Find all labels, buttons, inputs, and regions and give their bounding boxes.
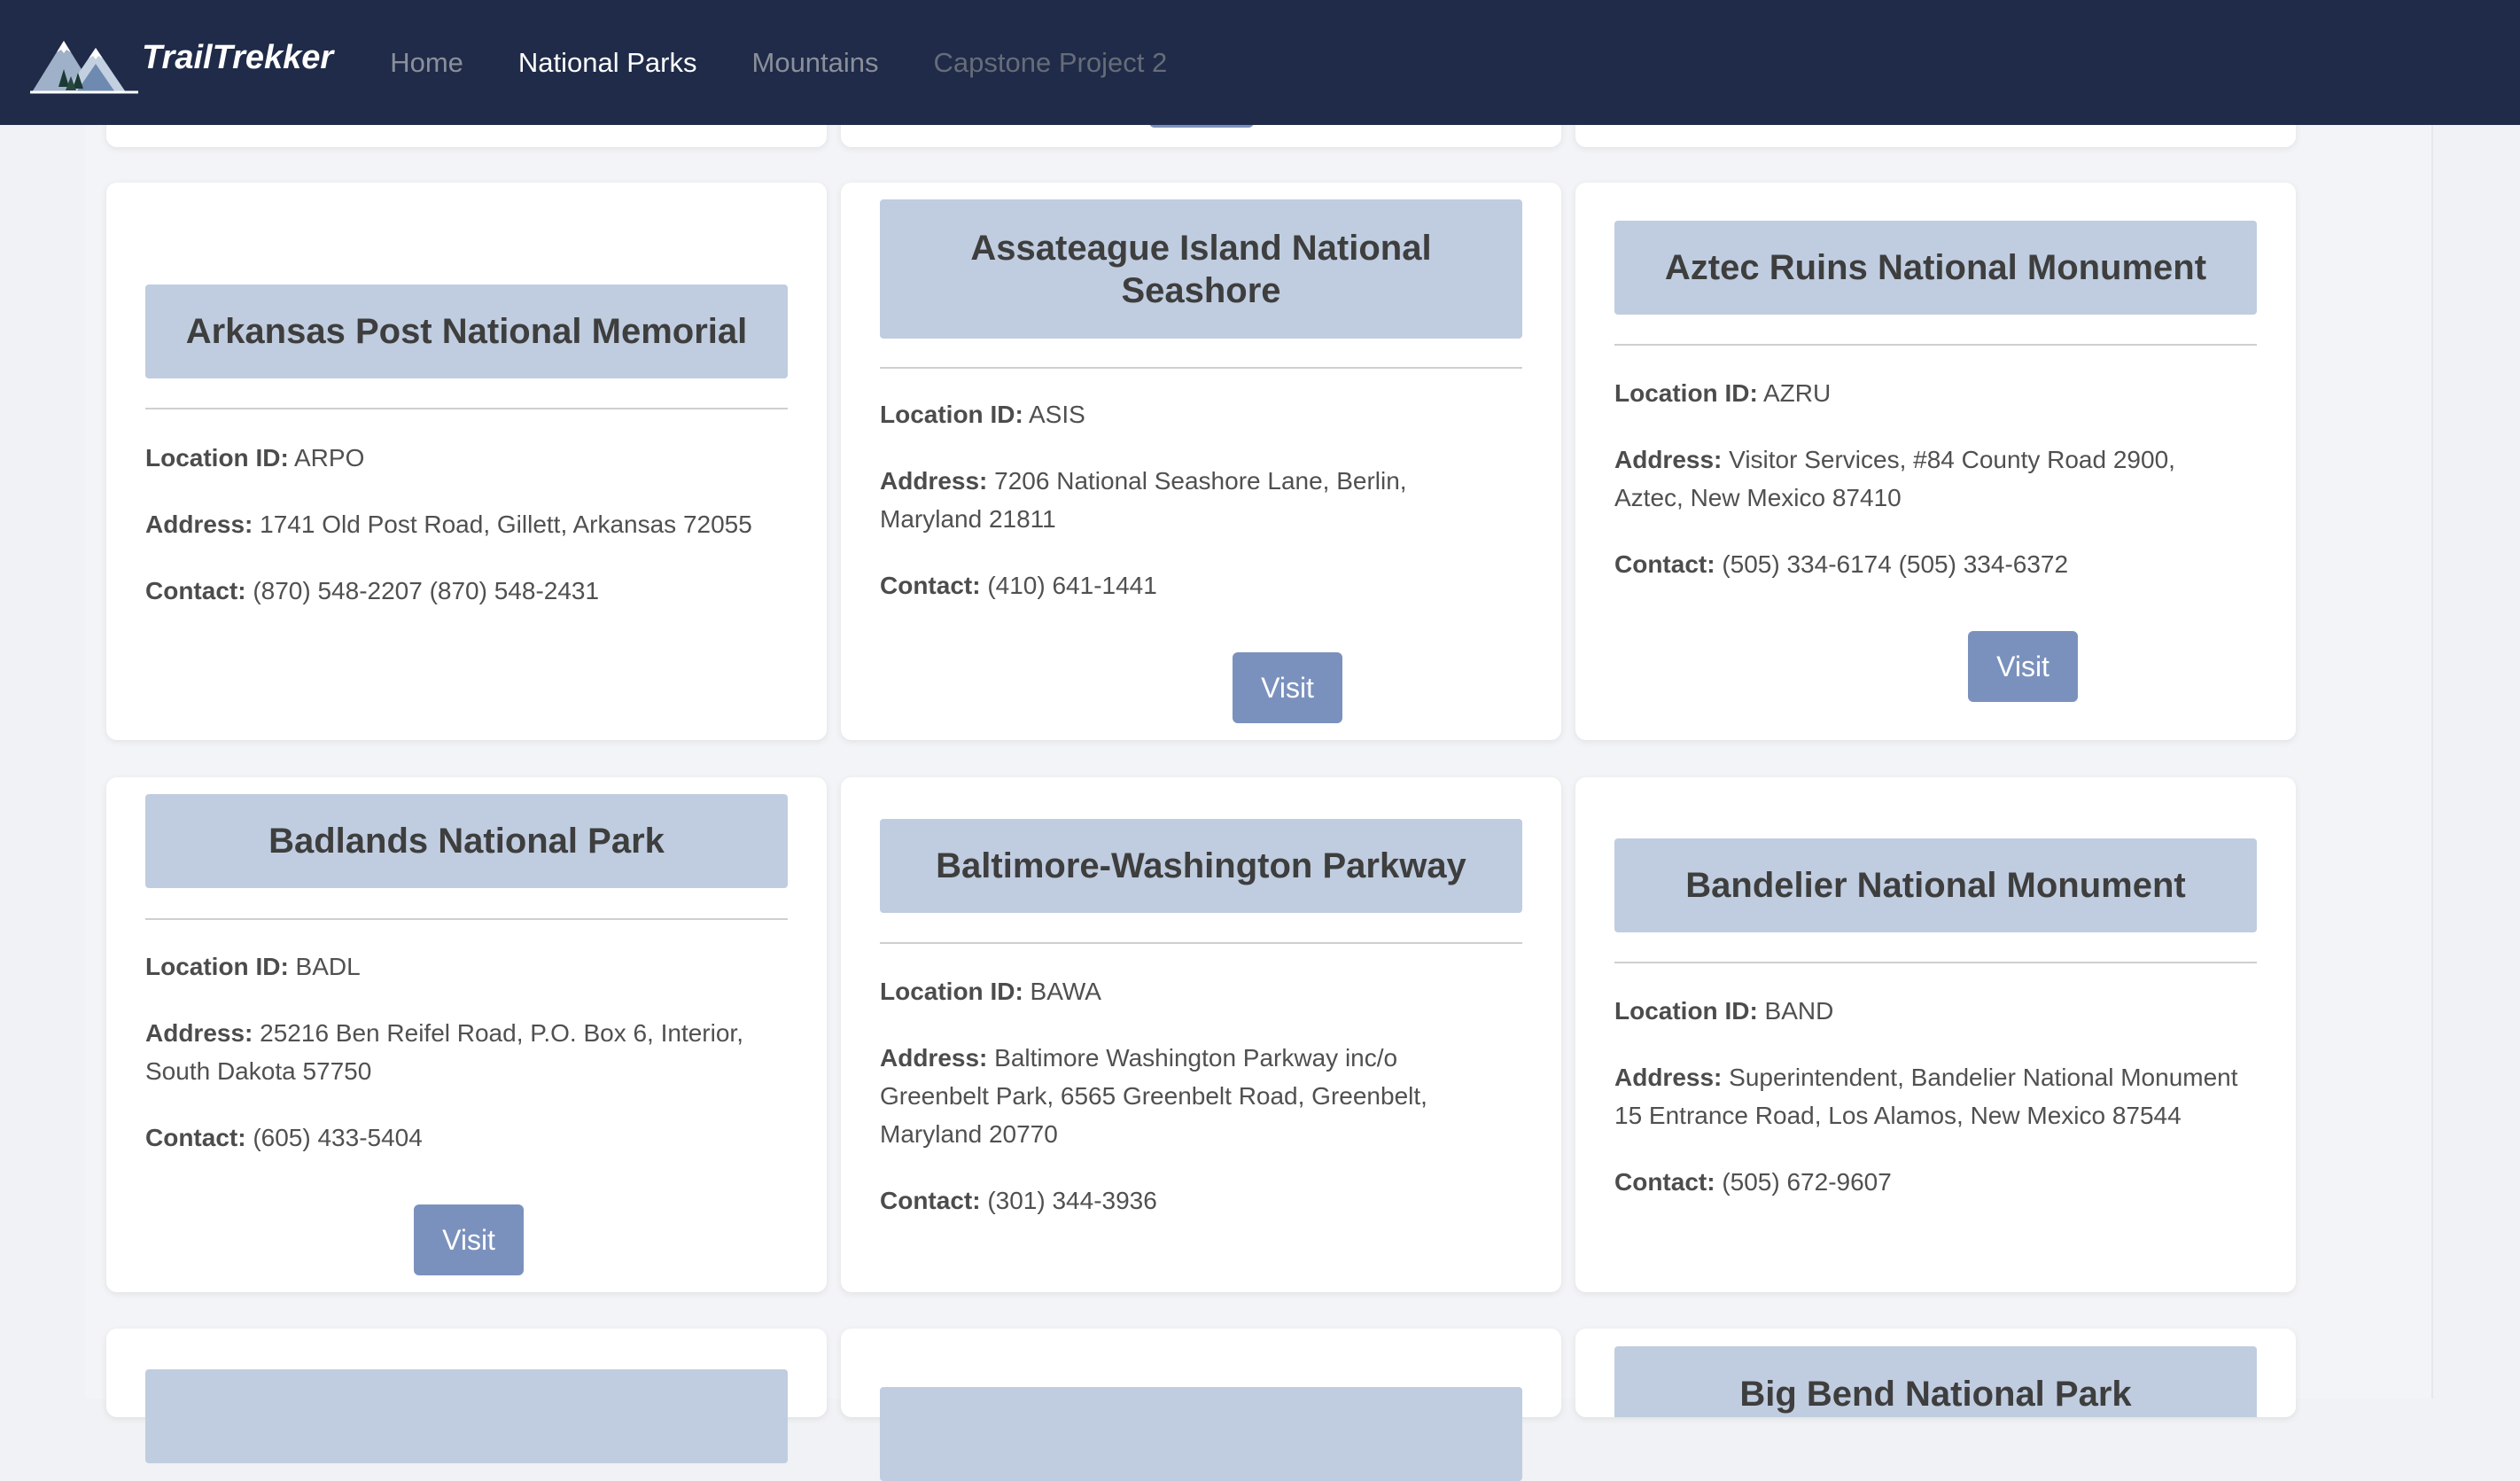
park-card-partial: Big Bend National Park	[1575, 1329, 2296, 1417]
contact-row: Contact: (410) 641-1441	[880, 572, 1157, 599]
visit-button[interactable]: Visit	[414, 1204, 524, 1275]
location-id-row: Location ID: ARPO	[145, 444, 365, 472]
location-id-row: Location ID: BAWA	[880, 978, 1101, 1005]
park-card-partial	[841, 1329, 1561, 1481]
divider	[1614, 962, 2257, 963]
visit-button[interactable]: Visit	[1968, 631, 2078, 702]
nav-link-capstone-project[interactable]: Capstone Project 2	[934, 47, 1168, 79]
park-card: Bandelier National Monument Location ID:…	[1575, 777, 2296, 1292]
location-id-value: BADL	[295, 953, 361, 980]
location-id-row: Location ID: ASIS	[880, 401, 1085, 428]
nav-links: Home National Parks Mountains Capstone P…	[390, 0, 1222, 125]
park-card: Assateague Island National Seashore Loca…	[841, 183, 1561, 740]
nav-link-national-parks[interactable]: National Parks	[518, 47, 697, 79]
park-title: Big Bend National Park	[1614, 1346, 2257, 1417]
contact-row: Contact: (505) 334-6174 (505) 334-6372	[1614, 550, 2069, 578]
visit-button[interactable]: Visit	[1233, 652, 1342, 723]
nav-link-home[interactable]: Home	[390, 47, 463, 79]
park-title: Assateague Island National Seashore	[880, 199, 1522, 339]
location-id-row: Location ID: BAND	[1614, 997, 1834, 1025]
brand-name: TrailTrekker	[142, 39, 334, 76]
contact-value: (605) 433-5404	[253, 1124, 423, 1151]
contact-row: Contact: (505) 672-9607	[1614, 1168, 1892, 1196]
park-title: Baltimore-Washington Parkway	[880, 819, 1522, 913]
brand[interactable]: TrailTrekker	[30, 0, 333, 125]
park-card: Baltimore-Washington Parkway Location ID…	[841, 777, 1561, 1292]
contact-row: Contact: (301) 344-3936	[880, 1187, 1157, 1214]
address-value: 1741 Old Post Road, Gillett, Arkansas 72…	[260, 511, 752, 538]
contact-value: (505) 672-9607	[1722, 1168, 1892, 1196]
address-row: Address: 7206 National Seashore Lane, Be…	[880, 467, 1407, 533]
park-title: Aztec Ruins National Monument	[1614, 221, 2257, 315]
divider	[145, 918, 788, 920]
park-title: Arkansas Post National Memorial	[145, 285, 788, 378]
contact-value: (410) 641-1441	[987, 572, 1157, 599]
location-id-value: BAWA	[1030, 978, 1101, 1005]
contact-value: (301) 344-3936	[987, 1187, 1157, 1214]
contact-row: Contact: (605) 433-5404	[145, 1124, 423, 1151]
park-title	[880, 1387, 1522, 1481]
contact-value: (870) 548-2207 (870) 548-2431	[253, 577, 600, 604]
address-row: Address: Superintendent, Bandelier Natio…	[1614, 1064, 2238, 1129]
divider	[880, 942, 1522, 944]
park-title: Badlands National Park	[145, 794, 788, 888]
park-card: Arkansas Post National Memorial Location…	[106, 183, 827, 740]
location-id-value: ARPO	[294, 444, 365, 472]
location-id-row: Location ID: BADL	[145, 953, 361, 980]
nav-link-mountains[interactable]: Mountains	[752, 47, 879, 79]
divider	[1614, 344, 2257, 346]
park-card-partial	[106, 1329, 827, 1463]
location-id-value: AZRU	[1763, 379, 1832, 407]
divider	[880, 367, 1522, 369]
divider	[145, 408, 788, 409]
park-card: Badlands National Park Location ID: BADL…	[106, 777, 827, 1292]
park-card: Aztec Ruins National Monument Location I…	[1575, 183, 2296, 740]
location-id-value: ASIS	[1029, 401, 1085, 428]
address-row: Address: 1741 Old Post Road, Gillett, Ar…	[145, 511, 752, 538]
location-id-row: Location ID: AZRU	[1614, 379, 1832, 407]
park-title	[145, 1369, 788, 1463]
top-navbar: TrailTrekker Home National Parks Mountai…	[0, 0, 2520, 125]
park-title: Bandelier National Monument	[1614, 838, 2257, 932]
contact-row: Contact: (870) 548-2207 (870) 548-2431	[145, 577, 600, 604]
mountain-logo-icon	[30, 40, 138, 93]
contact-value: (505) 334-6174 (505) 334-6372	[1722, 550, 2069, 578]
address-row: Address: 25216 Ben Reifel Road, P.O. Box…	[145, 1019, 743, 1085]
address-row: Address: Visitor Services, #84 County Ro…	[1614, 446, 2175, 511]
address-row: Address: Baltimore Washington Parkway in…	[880, 1044, 1427, 1148]
content-column: Arkansas Post National Memorial Location…	[85, 0, 2433, 1481]
location-id-value: BAND	[1764, 997, 1834, 1025]
